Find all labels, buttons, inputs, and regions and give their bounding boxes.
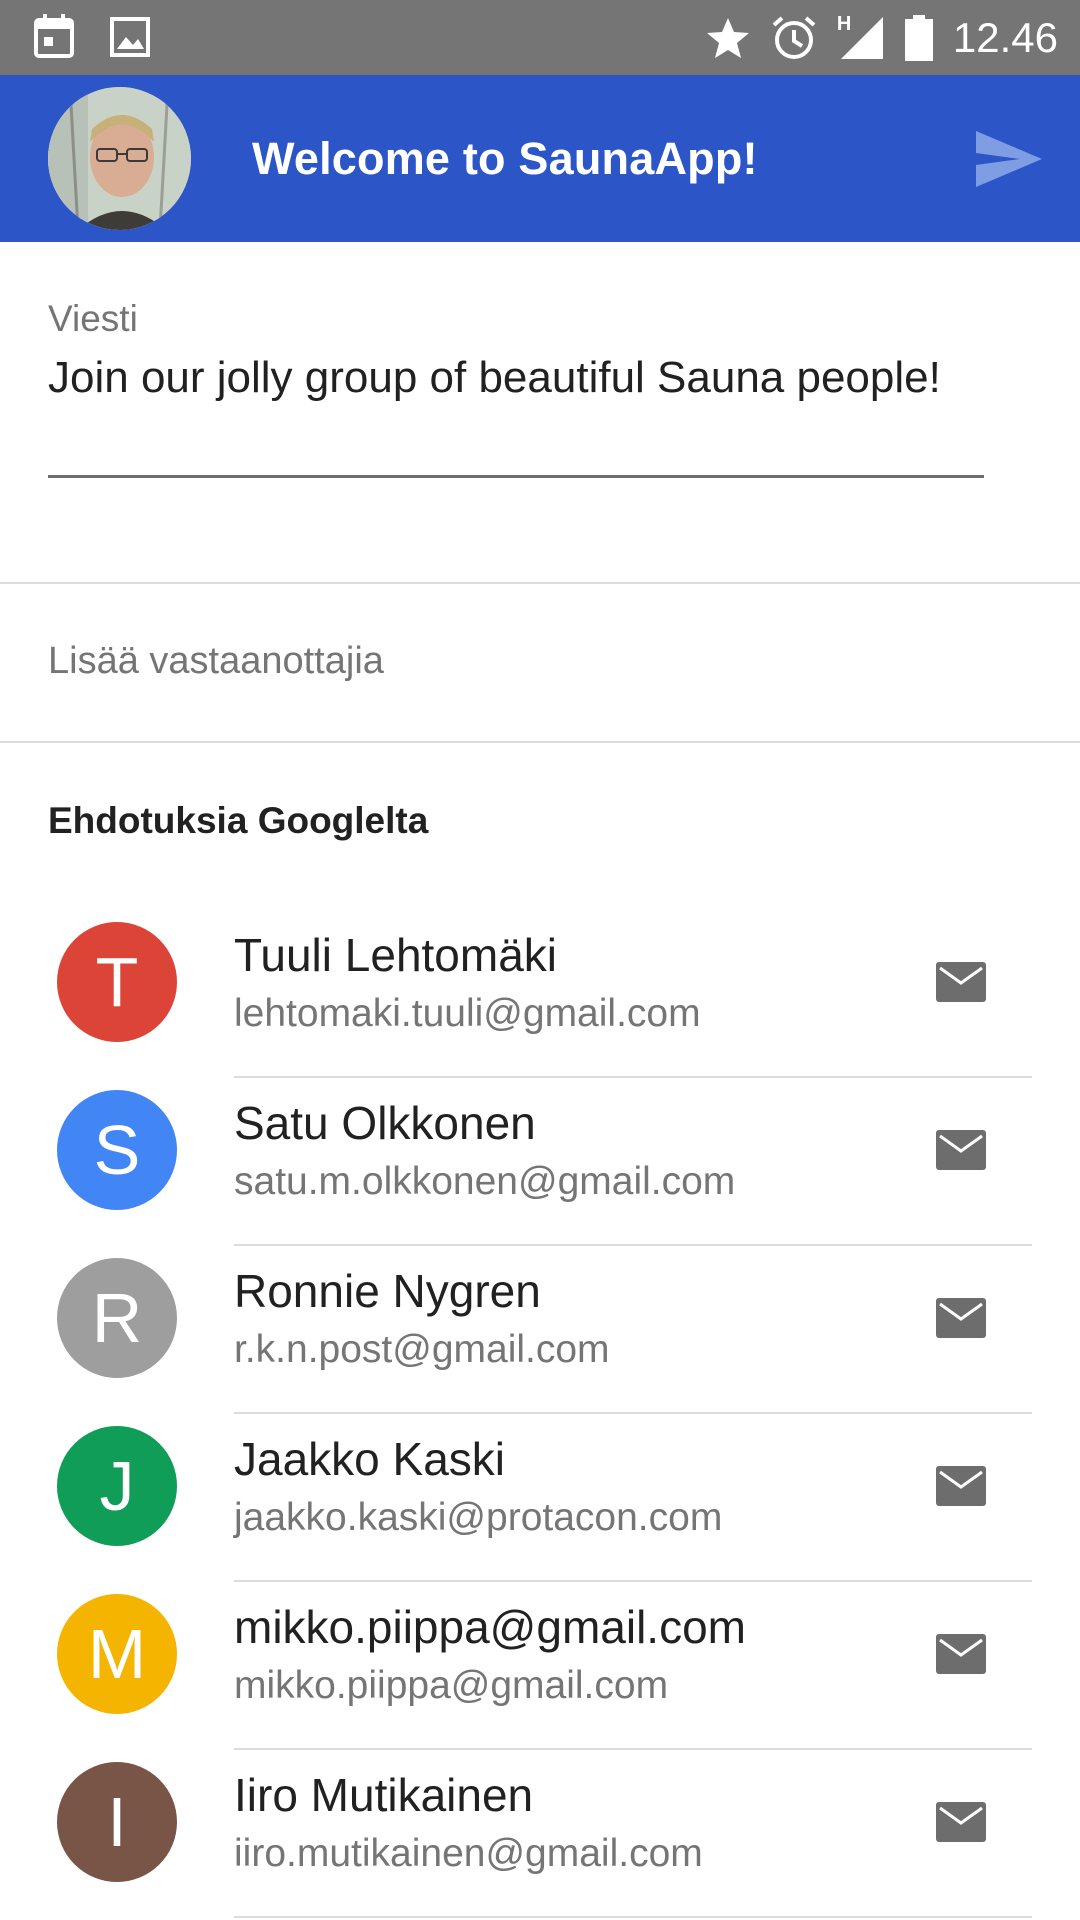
status-bar: H 12.46 <box>0 0 1080 75</box>
app-title: Welcome to SaunaApp! <box>252 133 758 184</box>
contact-email: jaakko.kaski@protacon.com <box>234 1496 723 1539</box>
add-recipients-input[interactable]: Lisää vastaanottajia <box>48 640 384 683</box>
contact-name: Jaakko Kaski <box>234 1433 506 1485</box>
row-divider <box>234 1916 1032 1918</box>
contact-row[interactable]: R Ronnie Nygren r.k.n.post@gmail.com <box>0 1246 1080 1414</box>
mail-icon[interactable] <box>936 1634 986 1674</box>
divider <box>0 582 1080 584</box>
contact-avatar: M <box>57 1594 177 1714</box>
contact-row[interactable]: S Satu Olkkonen satu.m.olkkonen@gmail.co… <box>0 1078 1080 1246</box>
mail-icon[interactable] <box>936 1130 986 1170</box>
contact-name: Iiro Mutikainen <box>234 1769 534 1821</box>
contact-email: satu.m.olkkonen@gmail.com <box>234 1160 736 1203</box>
contact-avatar: J <box>57 1426 177 1546</box>
clock: 12.46 <box>952 14 1058 61</box>
send-button[interactable] <box>974 129 1044 189</box>
battery-icon <box>904 15 933 61</box>
message-input[interactable]: Join our jolly group of beautiful Sauna … <box>48 350 978 406</box>
contact-row[interactable]: T Tuuli Lehtomäki lehtomaki.tuuli@gmail.… <box>0 910 1080 1078</box>
contact-name: Satu Olkkonen <box>234 1097 536 1149</box>
message-label: Viesti <box>48 298 138 339</box>
contact-list: T Tuuli Lehtomäki lehtomaki.tuuli@gmail.… <box>0 910 1080 1918</box>
message-input-underline <box>48 475 984 478</box>
contact-avatar: R <box>57 1258 177 1378</box>
mail-icon[interactable] <box>936 1298 986 1338</box>
send-icon <box>976 131 1042 187</box>
contact-row[interactable]: I Iiro Mutikainen iiro.mutikainen@gmail.… <box>0 1750 1080 1918</box>
contact-email: mikko.piippa@gmail.com <box>234 1664 669 1707</box>
contact-avatar: S <box>57 1090 177 1210</box>
contact-email: lehtomaki.tuuli@gmail.com <box>234 992 701 1035</box>
calendar-icon <box>34 14 74 58</box>
image-icon <box>110 14 150 58</box>
contact-row[interactable]: J Jaakko Kaski jaakko.kaski@protacon.com <box>0 1414 1080 1582</box>
contact-row[interactable]: M mikko.piippa@gmail.com mikko.piippa@gm… <box>0 1582 1080 1750</box>
contact-avatar: T <box>57 922 177 1042</box>
signal-icon: H <box>836 13 885 61</box>
suggestions-title: Ehdotuksia Googlelta <box>48 800 429 841</box>
contact-name: Tuuli Lehtomäki <box>234 929 558 981</box>
alarm-icon <box>771 15 817 61</box>
mail-icon[interactable] <box>936 1802 986 1842</box>
mail-icon[interactable] <box>936 962 986 1002</box>
network-type-label: H <box>836 13 852 35</box>
user-avatar[interactable] <box>48 87 191 230</box>
contact-avatar: I <box>57 1762 177 1882</box>
contact-name: mikko.piippa@gmail.com <box>234 1601 746 1653</box>
star-icon <box>705 16 751 60</box>
contact-name: Ronnie Nygren <box>234 1265 541 1317</box>
mail-icon[interactable] <box>936 1466 986 1506</box>
contact-email: iiro.mutikainen@gmail.com <box>234 1832 703 1875</box>
divider <box>0 741 1080 743</box>
contact-email: r.k.n.post@gmail.com <box>234 1328 610 1371</box>
app-bar: Welcome to SaunaApp! <box>0 75 1080 242</box>
